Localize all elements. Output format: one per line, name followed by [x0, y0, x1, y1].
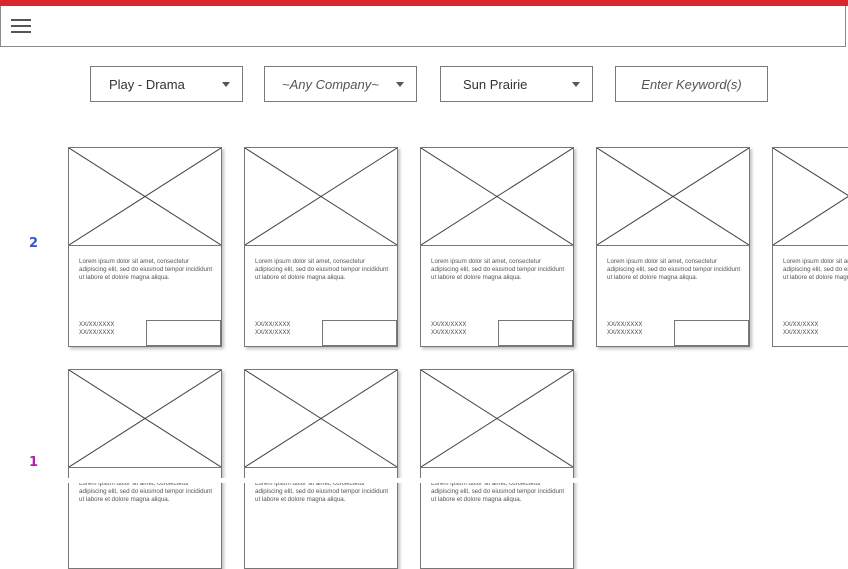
image-placeholder [597, 148, 749, 246]
row-number-2: 2 [29, 236, 39, 251]
event-card[interactable]: Lorem ipsum dolor sit amet, consectetur … [420, 369, 574, 569]
image-placeholder [245, 370, 397, 468]
event-card[interactable]: Lorem ipsum dolor sit amet, consectetur … [244, 369, 398, 569]
filter-bar: Play - Drama ~Any Company~ Sun Prairie E… [0, 66, 848, 104]
card-date-start: XX/XX/XXXX [783, 322, 819, 328]
card-date-end: XX/XX/XXXX [255, 330, 291, 336]
card-description: Lorem ipsum dolor sit amet, consectetur … [79, 480, 213, 503]
card-date-end: XX/XX/XXXX [783, 330, 819, 336]
header-bar [0, 6, 846, 47]
card-date-start: XX/XX/XXXX [431, 322, 467, 328]
chevron-down-icon [222, 82, 230, 87]
image-placeholder [69, 148, 221, 246]
page-bottom-edge [0, 478, 848, 483]
card-description: Lorem ipsum dolor sit amet, consectetur … [783, 258, 848, 281]
company-dropdown[interactable]: ~Any Company~ [264, 66, 417, 102]
card-description: Lorem ipsum dolor sit amet, consectetur … [431, 480, 565, 503]
card-date-end: XX/XX/XXXX [79, 330, 115, 336]
card-date-end: XX/XX/XXXX [607, 330, 643, 336]
keyword-placeholder: Enter Keyword(s) [641, 76, 742, 92]
location-dropdown-value: Sun Prairie [463, 76, 528, 92]
genre-dropdown[interactable]: Play - Drama [90, 66, 243, 102]
keyword-input[interactable]: Enter Keyword(s) [615, 66, 768, 102]
event-card[interactable]: Lorem ipsum dolor sit amet, consectetur … [420, 147, 574, 347]
image-placeholder [245, 148, 397, 246]
card-action-box[interactable] [146, 320, 221, 346]
card-date-start: XX/XX/XXXX [607, 322, 643, 328]
chevron-down-icon [396, 82, 404, 87]
event-card[interactable]: Lorem ipsum dolor sit amet, consectetur … [68, 369, 222, 569]
card-description: Lorem ipsum dolor sit amet, consectetur … [79, 258, 213, 281]
genre-dropdown-value: Play - Drama [109, 76, 185, 92]
image-placeholder [421, 148, 573, 246]
card-date-start: XX/XX/XXXX [255, 322, 291, 328]
image-placeholder [773, 148, 848, 246]
row-number-1: 1 [29, 455, 39, 470]
event-card[interactable]: Lorem ipsum dolor sit amet, consectetur … [772, 147, 848, 347]
chevron-down-icon [572, 82, 580, 87]
location-dropdown[interactable]: Sun Prairie [440, 66, 593, 102]
image-placeholder [421, 370, 573, 468]
hamburger-icon[interactable] [11, 19, 31, 35]
event-card[interactable]: Lorem ipsum dolor sit amet, consectetur … [596, 147, 750, 347]
card-description: Lorem ipsum dolor sit amet, consectetur … [255, 480, 389, 503]
company-dropdown-value: ~Any Company~ [282, 76, 379, 92]
card-action-box[interactable] [674, 320, 749, 346]
card-description: Lorem ipsum dolor sit amet, consectetur … [255, 258, 389, 281]
image-placeholder [69, 370, 221, 468]
card-description: Lorem ipsum dolor sit amet, consectetur … [431, 258, 565, 281]
card-date-end: XX/XX/XXXX [431, 330, 467, 336]
card-action-box[interactable] [322, 320, 397, 346]
card-description: Lorem ipsum dolor sit amet, consectetur … [607, 258, 741, 281]
card-action-box[interactable] [498, 320, 573, 346]
card-date-start: XX/XX/XXXX [79, 322, 115, 328]
event-card[interactable]: Lorem ipsum dolor sit amet, consectetur … [244, 147, 398, 347]
event-card[interactable]: Lorem ipsum dolor sit amet, consectetur … [68, 147, 222, 347]
